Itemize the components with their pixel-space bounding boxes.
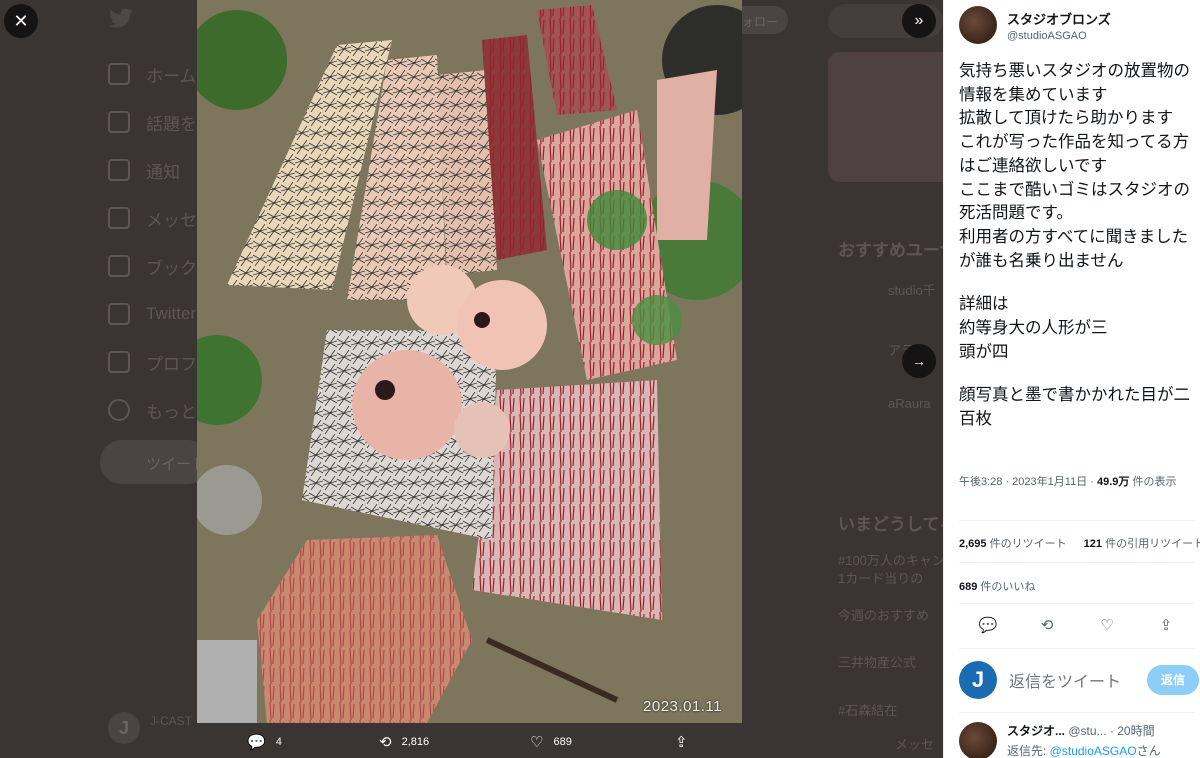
divider (959, 562, 1195, 563)
reply-header: スタジオ... @stu... · 20時間 返信先: @studioASGAO… (1007, 722, 1161, 758)
close-button[interactable]: ✕ (4, 4, 38, 38)
likes-stat[interactable]: 689 件のいいね (959, 578, 1035, 594)
tweet-text-part1: 気持ち悪いスタジオの放置物の情報を集めています 拡散して頂けたら助かります これ… (959, 62, 1190, 270)
divider (959, 712, 1195, 713)
replying-to-handle[interactable]: @studioASGAO (1050, 744, 1137, 758)
tweet-photo[interactable]: 2023.01.11 (197, 0, 742, 723)
bg-trends-title: いまどうしてる？ (838, 515, 943, 534)
bg-nav-label: 通知 (146, 162, 180, 182)
bell-icon (108, 159, 130, 181)
reply-icon: 💬 (247, 734, 266, 751)
bg-side-item: 今週のおすすめ (838, 608, 930, 623)
reply-composer: J 返信をツイート 返信 (959, 660, 1199, 700)
media-reply-button[interactable]: 💬 4 (247, 733, 282, 751)
reply-author-name[interactable]: スタジオ... (1007, 724, 1065, 738)
quotes-stat[interactable]: 121 件の引用リツイート (1084, 538, 1200, 550)
bg-account-name: J-CAST (150, 714, 192, 728)
bg-nav-label: ホーム (146, 66, 197, 86)
replying-to-suffix: さん (1136, 744, 1161, 758)
like-icon: ♡ (530, 734, 544, 751)
tweet-actions: 💬 ⟲ ♡ ⇪ (944, 614, 1200, 638)
likes-label: 件のいいね (977, 581, 1036, 593)
media-action-bar: 💬 4 ⟲ 2,816 ♡ 689 ⇪ (197, 723, 742, 758)
share-icon: ⇪ (675, 734, 688, 751)
reply-author-handle[interactable]: @stu... (1068, 724, 1106, 738)
divider (959, 648, 1195, 649)
retweet-icon: ⟲ (1040, 617, 1054, 634)
views-count: 49.9万 (1096, 476, 1130, 488)
bg-side-item: #100万人のキャン (838, 553, 943, 568)
tweet-text-part3: 顔写真と墨で書かかれた目が二百枚 (959, 386, 1190, 429)
mail-icon (108, 207, 130, 229)
reply-time[interactable]: · 20時間 (1110, 724, 1155, 738)
bg-recommend-title: おすすめユーザー (838, 241, 943, 260)
user-avatar[interactable]: J (959, 661, 997, 699)
bg-side-item: #石森結在 (838, 703, 898, 718)
like-button[interactable]: ♡ (1095, 614, 1119, 638)
media-share-button[interactable]: ⇪ (675, 733, 698, 751)
replying-to: 返信先: @studioASGAOさん (1007, 742, 1161, 758)
reply-button[interactable]: 💬 (976, 614, 1000, 638)
chevrons-right-icon: » (914, 12, 924, 29)
author-avatar[interactable] (959, 6, 997, 44)
retweet-icon: ⟲ (379, 734, 392, 751)
bg-side-item: 1カード当りの (838, 571, 924, 586)
home-icon (108, 63, 130, 85)
tweet-author[interactable]: スタジオブロンズ @studioASGAO (959, 6, 1111, 44)
bg-side-item: メッセ (895, 737, 935, 752)
tweet-panel: スタジオブロンズ @studioASGAO 気持ち悪いスタジオの放置物の情報を集… (943, 0, 1200, 758)
divider (959, 520, 1195, 521)
bg-side-item: aRaura (888, 396, 931, 411)
bg-photo-grid (828, 52, 943, 182)
quotes-count: 121 (1083, 538, 1103, 550)
author-names: スタジオブロンズ @studioASGAO (1007, 9, 1111, 44)
reply-icon: 💬 (978, 617, 998, 634)
retweet-button[interactable]: ⟲ (1035, 614, 1059, 638)
divider (959, 603, 1195, 604)
arrow-right-icon: → (912, 353, 926, 369)
tweet-text-part2: 詳細は 約等身大の人形が三 頭が四 (959, 295, 1108, 361)
toggle-panel-button[interactable]: » (902, 4, 936, 38)
reply-submit-button[interactable]: 返信 (1147, 665, 1199, 695)
reply-input[interactable]: 返信をツイート (1009, 668, 1147, 692)
quotes-label: 件の引用リツイート (1102, 538, 1200, 550)
twitter-blue-icon (108, 303, 130, 325)
author-name[interactable]: スタジオブロンズ (1007, 9, 1111, 28)
media-like-button[interactable]: ♡ 689 (530, 733, 572, 751)
close-icon: ✕ (13, 11, 29, 31)
tweet-meta: 午後3:28 · 2023年1月11日 · 49.9万 件の表示 (959, 474, 1195, 490)
bg-side-item: 三井物産公式 (838, 655, 917, 670)
retweets-label: 件のリツイート (986, 538, 1067, 550)
share-button[interactable]: ⇪ (1154, 614, 1178, 638)
retweets-count: 2,695 (959, 538, 987, 550)
reply-tweet[interactable]: スタジオ... @stu... · 20時間 返信先: @studioASGAO… (959, 722, 1161, 758)
views-label: 件の表示 (1129, 476, 1177, 488)
bookmark-icon (108, 255, 130, 277)
bg-tweet-button: ツイート (100, 440, 210, 484)
like-count: 689 (553, 736, 572, 748)
bg-account-avatar: J (108, 712, 140, 744)
more-icon (108, 399, 130, 421)
like-icon: ♡ (1100, 617, 1114, 634)
next-image-button[interactable]: → (902, 344, 936, 378)
bg-side-item: studio千 (888, 283, 936, 298)
tweet-stats-row: 2,695 件のリツイート 121 件の引用リツイート (959, 535, 1200, 551)
reply-count: 4 (275, 736, 282, 748)
author-handle[interactable]: @studioASGAO (1007, 30, 1111, 42)
tweet-text: 気持ち悪いスタジオの放置物の情報を集めています 拡散して頂けたら助かります これ… (959, 60, 1195, 432)
photo-illustration (197, 0, 742, 723)
tweet-timestamp[interactable]: 午後3:28 · 2023年1月11日 · (959, 476, 1097, 488)
twitter-logo-icon (109, 8, 133, 28)
hashtag-icon (108, 111, 130, 133)
likes-count: 689 (959, 581, 978, 593)
share-icon: ⇪ (1159, 617, 1173, 634)
photo-date-stamp: 2023.01.11 (643, 698, 722, 715)
reply-author-avatar[interactable] (959, 722, 997, 758)
media-retweet-button[interactable]: ⟲ 2,816 (379, 733, 429, 751)
replying-to-label: 返信先: (1007, 744, 1050, 758)
retweet-count: 2,816 (401, 736, 430, 748)
profile-icon (108, 351, 130, 373)
retweets-stat[interactable]: 2,695 件のリツイート (959, 538, 1067, 550)
